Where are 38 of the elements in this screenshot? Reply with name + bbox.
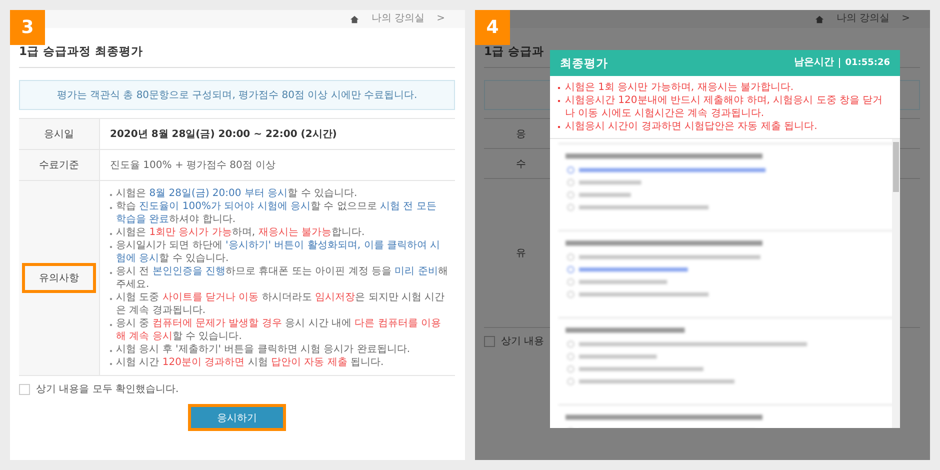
- warning-text: 시험응시 시간이 경과하면 시험답안은 자동 제출 됩니다.: [565, 120, 818, 133]
- scrollbar[interactable]: [892, 139, 900, 428]
- row-label: 유의사항: [22, 263, 96, 293]
- breadcrumb-separator: >: [436, 13, 445, 25]
- row-label: 수: [516, 158, 526, 170]
- page-title: 1급 승급과정 최종평가: [19, 44, 455, 68]
- step-badge: 4: [475, 10, 510, 45]
- note-text: 시험 시간 120분이 경과하면 시험 답안이 자동 제출 됩니다.: [116, 356, 384, 369]
- row-label: 응: [516, 128, 526, 140]
- note-text: 시험 도중 사이트를 닫거나 이동 하시더라도 임시저장은 되지만 시험 시간은 계속 경과됩니다.: [116, 291, 446, 317]
- timer-value: 01:55:26: [844, 58, 890, 68]
- breadcrumb-link[interactable]: 나의 강의실: [836, 13, 890, 25]
- row-value: 2020년 8월 28일(금) 20:00 ~ 22:00 (2시간): [110, 128, 337, 141]
- note-text: 시험은 8월 28일(금) 20:00 부터 응시할 수 있습니다.: [116, 187, 358, 200]
- step-badge: 3: [10, 10, 45, 45]
- checkbox-label: 상기 내용을 모두 확인했습니다.: [36, 383, 179, 396]
- row-label: 응시일: [43, 128, 75, 142]
- home-icon[interactable]: [350, 14, 360, 24]
- warning-text: 시험응시간 120분내에 반드시 제출해야 하며, 시험응시 도중 창을 닫거나 이동 시에도 시험시간은 계속 경과됩니다.: [565, 94, 884, 120]
- row-label: 수료기준: [38, 159, 80, 173]
- row-value: 진도율 100% + 평가점수 80점 이상: [110, 159, 276, 172]
- breadcrumb-separator: >: [902, 13, 910, 25]
- note-text: 응시일시가 되면 하단에 '응시하기' 버튼이 활성화되며, 이를 클릭하여 시험에 응시할 수 있습니다.: [116, 239, 442, 265]
- confirm-checkbox[interactable]: [484, 336, 495, 346]
- checkbox-label: 상기 내용: [501, 335, 544, 348]
- row-label: 유: [516, 247, 526, 260]
- note-text: 시험은 1회만 응시가 가능하며, 재응시는 불가능합니다.: [116, 226, 365, 239]
- breadcrumb-link[interactable]: 나의 강의실: [371, 13, 425, 25]
- note-text: 응시 전 본인인증을 진행하므로 휴대폰 또는 아이핀 계정 등을 미리 준비해 주세요.: [116, 265, 449, 291]
- note-text: 시험 응시 후 '제출하기' 버튼을 클릭하면 시험 응시가 완료됩니다.: [116, 343, 410, 356]
- home-icon[interactable]: [815, 14, 824, 24]
- start-exam-button[interactable]: 응시하기: [188, 404, 286, 431]
- info-notice: 평가는 객관식 총 80문항으로 구성되며, 평가점수 80점 이상 시에만 수료됩니다.: [19, 80, 455, 110]
- warning-text: 시험은 1회 응시만 가능하며, 재응시는 불가합니다.: [565, 81, 794, 94]
- note-text: 응시 중 컴퓨터에 문제가 발생할 경우 응시 시간 내에 다른 컴퓨터를 이용해 계속 응시할 수 있습니다.: [116, 317, 442, 343]
- modal-title: 최종평가: [560, 56, 609, 70]
- timer-label: 남은시간: [794, 58, 840, 68]
- note-text: 학습 진도율이 100%가 되어야 시험에 응시할 수 없으므로 시험 전 모든 학습을 완료하셔야 합니다.: [116, 200, 438, 226]
